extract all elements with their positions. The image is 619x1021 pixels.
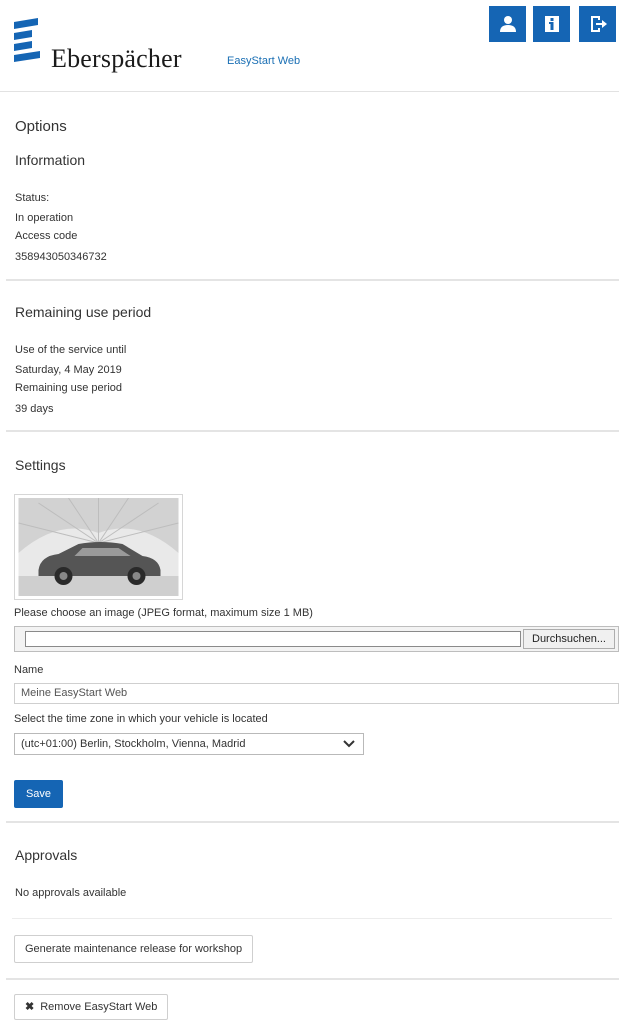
file-upload: Durchsuchen... bbox=[14, 626, 619, 652]
remaining-period-label: Remaining use period bbox=[15, 382, 123, 394]
user-icon bbox=[499, 16, 516, 32]
settings-title: Settings bbox=[15, 457, 66, 473]
divider bbox=[6, 821, 619, 823]
info-button[interactable] bbox=[533, 6, 570, 42]
status-label: Status: bbox=[15, 192, 50, 204]
access-code-value: 358943050346732 bbox=[15, 251, 107, 263]
divider bbox=[6, 279, 619, 281]
options-title: Options bbox=[15, 118, 67, 135]
status-value: In operation bbox=[15, 212, 74, 224]
approvals-empty-text: No approvals available bbox=[15, 887, 127, 899]
divider bbox=[12, 918, 612, 919]
access-code-label: Access code bbox=[15, 230, 78, 242]
generate-maintenance-label: Generate maintenance release for worksho… bbox=[25, 943, 243, 955]
timezone-label: Select the time zone in which your vehic… bbox=[14, 713, 268, 725]
info-icon bbox=[544, 16, 559, 32]
vehicle-photo bbox=[18, 498, 179, 596]
eberspaecher-logo-icon bbox=[14, 18, 40, 62]
file-path-input[interactable] bbox=[25, 631, 521, 647]
save-button[interactable]: Save bbox=[14, 780, 63, 808]
name-label: Name bbox=[14, 664, 44, 676]
information-title: Information bbox=[15, 152, 86, 168]
remaining-title: Remaining use period bbox=[15, 304, 152, 320]
vehicle-image bbox=[14, 494, 183, 600]
browse-button[interactable]: Durchsuchen... bbox=[523, 629, 615, 649]
remove-easystart-label: Remove EasyStart Web bbox=[40, 1001, 158, 1013]
brand-name: Eberspächer bbox=[51, 44, 182, 73]
chevron-down-icon bbox=[343, 740, 355, 748]
timezone-value: (utc+01:00) Berlin, Stockholm, Vienna, M… bbox=[21, 738, 246, 750]
close-icon: ✖ bbox=[25, 1001, 35, 1013]
remove-easystart-button[interactable]: ✖ Remove EasyStart Web bbox=[14, 994, 169, 1020]
divider bbox=[6, 978, 619, 980]
logout-button[interactable] bbox=[579, 6, 616, 42]
app-name: EasyStart Web bbox=[227, 55, 301, 67]
logout-icon bbox=[590, 16, 607, 32]
image-hint: Please choose an image (JPEG format, max… bbox=[14, 607, 313, 619]
timezone-select[interactable]: (utc+01:00) Berlin, Stockholm, Vienna, M… bbox=[14, 733, 364, 755]
app-header: Eberspächer EasyStart Web bbox=[0, 0, 619, 92]
service-until-label: Use of the service until bbox=[15, 344, 127, 356]
generate-maintenance-button[interactable]: Generate maintenance release for worksho… bbox=[14, 935, 254, 963]
profile-button[interactable] bbox=[489, 6, 526, 42]
remaining-period-value: 39 days bbox=[15, 403, 54, 415]
approvals-title: Approvals bbox=[15, 847, 78, 863]
divider bbox=[6, 430, 619, 432]
service-until-value: Saturday, 4 May 2019 bbox=[15, 364, 122, 376]
name-input[interactable]: Meine EasyStart Web bbox=[14, 683, 619, 704]
